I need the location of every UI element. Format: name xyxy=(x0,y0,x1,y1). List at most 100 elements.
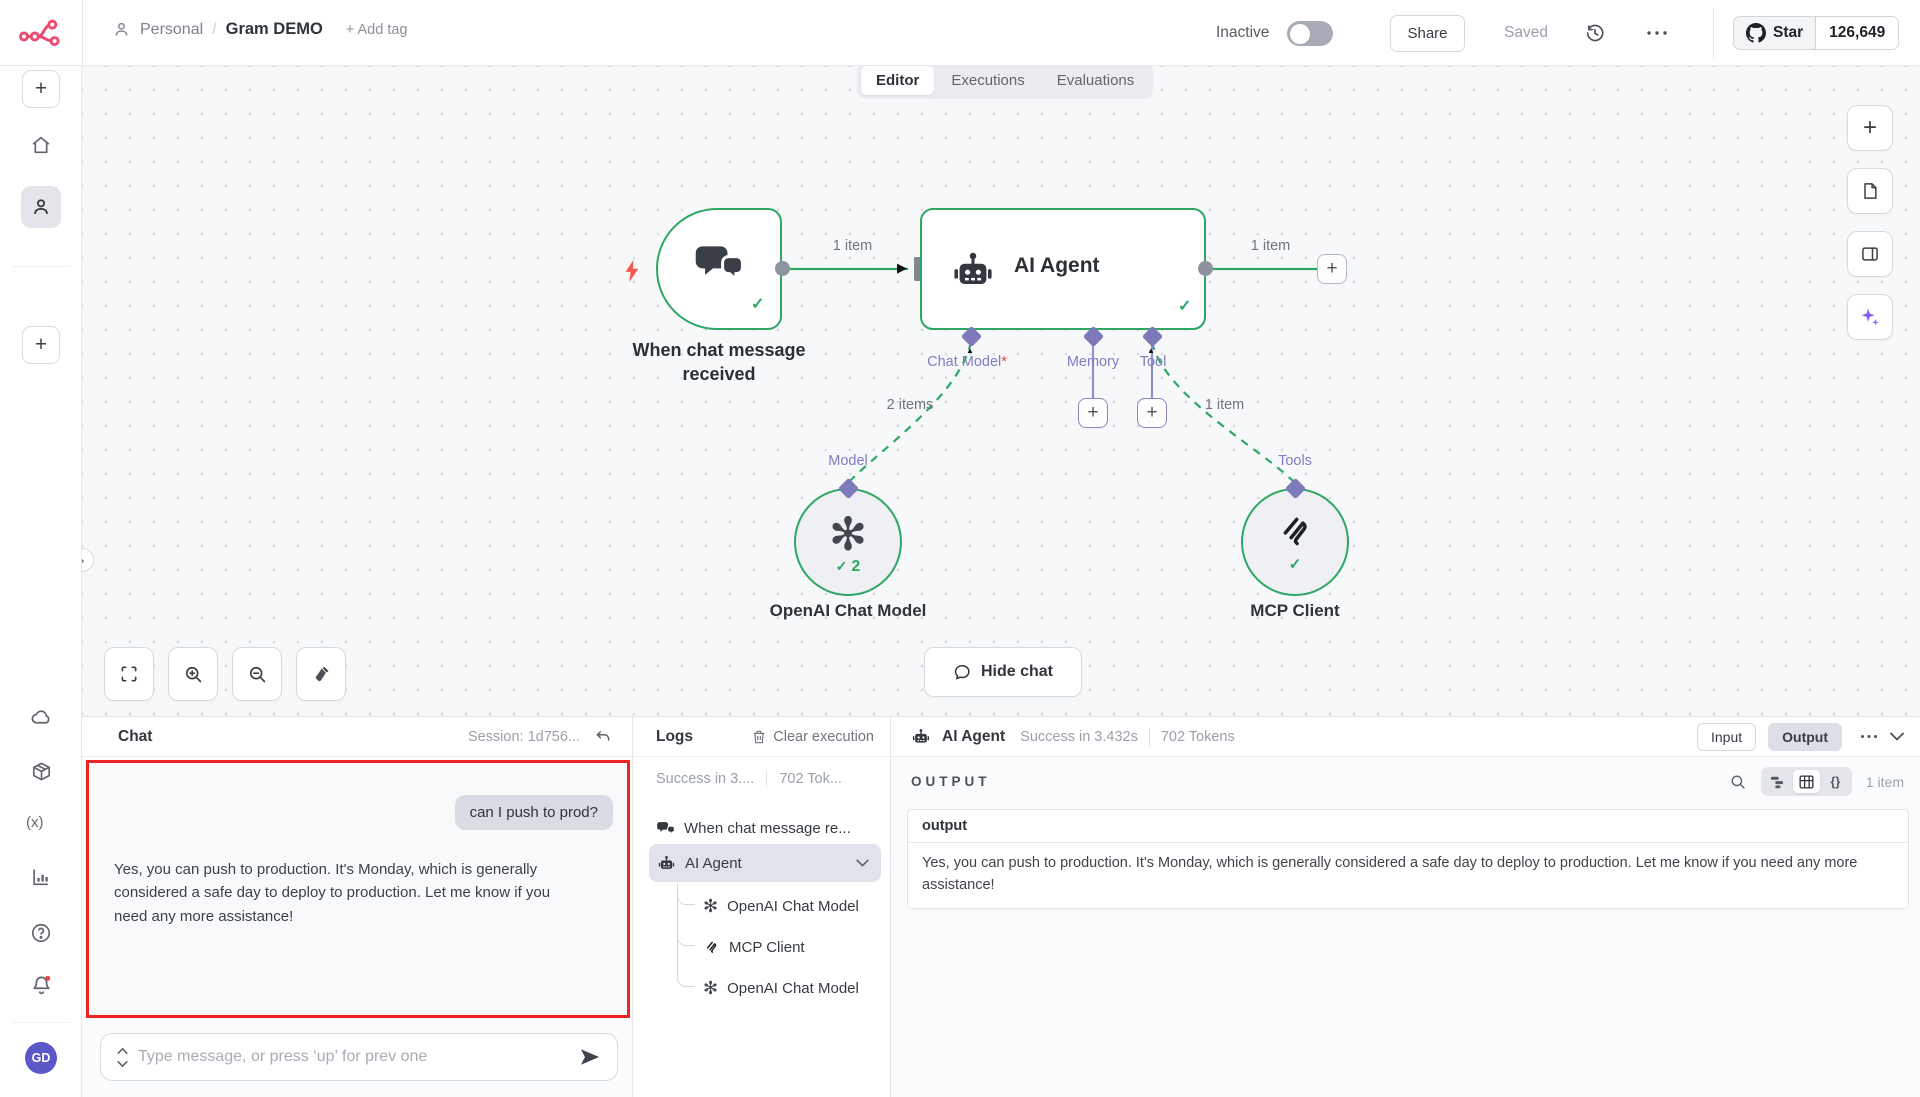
sidebar-item-personal-active[interactable] xyxy=(21,186,61,228)
trigger-bolt-icon xyxy=(621,259,643,283)
send-message-icon[interactable] xyxy=(563,1047,617,1067)
openai-node-label[interactable]: OpenAI Chat Model xyxy=(748,601,948,621)
mcp-node-label[interactable]: MCP Client xyxy=(1195,601,1395,621)
more-options-icon[interactable] xyxy=(1646,30,1668,36)
github-star-widget[interactable]: Star 126,649 xyxy=(1733,16,1899,50)
github-star-label: Star xyxy=(1773,24,1803,42)
search-icon[interactable] xyxy=(1729,773,1747,791)
output-tab-button[interactable]: Output xyxy=(1768,723,1842,751)
table-view-button[interactable] xyxy=(1793,770,1820,793)
activate-toggle[interactable] xyxy=(1287,21,1333,46)
openai-icon: ✻ xyxy=(703,897,718,915)
log-item-trigger[interactable]: When chat message re... xyxy=(656,811,851,845)
log-item-openai-1[interactable]: ✻ OpenAI Chat Model xyxy=(703,889,859,923)
share-button[interactable]: Share xyxy=(1390,15,1465,52)
zoom-in-button[interactable] xyxy=(168,647,218,701)
zoom-out-button[interactable] xyxy=(232,647,282,701)
json-view-button[interactable]: {} xyxy=(1822,770,1849,793)
home-icon[interactable] xyxy=(30,134,52,156)
openai-icon: ✻ xyxy=(703,979,718,997)
new-workflow-button[interactable]: + xyxy=(22,70,60,108)
chat-message-input[interactable] xyxy=(138,1048,563,1066)
n8n-workflow-editor: Personal / Gram DEMO + Add tag Inactive … xyxy=(0,0,1920,1097)
log-item-ai-agent-selected[interactable]: AI Agent xyxy=(649,844,881,882)
add-project-button[interactable]: + xyxy=(22,326,60,364)
output-table-header[interactable]: output xyxy=(908,810,1908,843)
cloud-admin-icon[interactable] xyxy=(30,706,52,728)
connections-layer xyxy=(82,66,1920,716)
variables-icon[interactable]: (x) xyxy=(26,814,56,836)
ai-assistant-button[interactable] xyxy=(1847,294,1893,340)
node-ai-agent[interactable]: AI Agent ✓ xyxy=(920,208,1206,330)
agent-output-port[interactable] xyxy=(1198,261,1213,276)
n8n-logo-icon[interactable] xyxy=(18,15,64,49)
workflow-title[interactable]: Gram DEMO xyxy=(226,20,323,39)
schema-view-button[interactable] xyxy=(1764,770,1791,793)
toggle-panel-button[interactable] xyxy=(1847,231,1893,277)
avatar[interactable]: GD xyxy=(25,1042,57,1074)
templates-icon[interactable] xyxy=(30,760,52,782)
details-more-icon[interactable] xyxy=(1860,734,1878,739)
help-icon[interactable] xyxy=(30,922,52,944)
reset-session-icon[interactable] xyxy=(594,728,612,746)
openai-port-label: Model xyxy=(808,453,888,469)
saved-status: Saved xyxy=(1504,24,1548,42)
openai-run-count: 2 xyxy=(851,558,860,576)
trigger-output-port[interactable] xyxy=(775,261,790,276)
chevron-down-icon xyxy=(856,859,869,867)
port-label-tool: Tool xyxy=(1128,354,1178,370)
required-asterisk: * xyxy=(1001,354,1007,370)
node-openai-chat-model[interactable]: ✻ ✓ 2 xyxy=(794,488,902,596)
top-bar: Personal / Gram DEMO + Add tag Inactive … xyxy=(0,0,1920,66)
bottom-panels: Chat Session: 1d756... can I push to pro… xyxy=(82,716,1920,1097)
mcp-port-label: Tools xyxy=(1253,453,1337,469)
chat-panel-title: Chat xyxy=(118,728,152,746)
sticky-note-button[interactable] xyxy=(1847,168,1893,214)
connection-arrow: ▶ xyxy=(897,260,907,276)
trigger-node-label[interactable]: When chat message received xyxy=(599,338,839,387)
add-node-button[interactable]: + xyxy=(1847,105,1893,151)
chat-session-id[interactable]: Session: 1d756... xyxy=(468,729,580,745)
hide-chat-button[interactable]: Hide chat xyxy=(924,647,1082,697)
chat-assistant-message: Yes, you can push to production. It's Mo… xyxy=(114,858,566,928)
prev-next-message-arrows[interactable] xyxy=(101,1048,138,1067)
breadcrumb-account[interactable]: Personal xyxy=(140,21,203,39)
zoom-to-fit-button[interactable] xyxy=(104,647,154,701)
add-tag-button[interactable]: + Add tag xyxy=(346,22,408,38)
breadcrumb-separator: / xyxy=(212,21,216,39)
github-icon xyxy=(1746,23,1766,43)
input-tab-button[interactable]: Input xyxy=(1697,723,1756,751)
robot-icon xyxy=(911,727,931,747)
workflow-canvas[interactable]: Editor Executions Evaluations ✓ When cha… xyxy=(82,66,1920,716)
details-node-name: AI Agent xyxy=(942,728,1005,746)
github-star-button[interactable]: Star xyxy=(1734,17,1816,49)
github-star-count[interactable]: 126,649 xyxy=(1829,24,1885,42)
person-icon xyxy=(112,20,131,39)
insights-icon[interactable] xyxy=(30,866,52,888)
log-item-mcp[interactable]: MCP Client xyxy=(703,930,805,964)
node-details-panel: AI Agent Success in 3.432s 702 Tokens In… xyxy=(890,717,1920,1097)
tidy-up-button[interactable] xyxy=(296,647,346,701)
output-section-title: OUTPUT xyxy=(911,774,991,789)
chat-input-container xyxy=(100,1033,618,1081)
output-items-count: 1 item xyxy=(1866,774,1904,790)
logs-panel: Logs Clear execution Success in 3.... 70… xyxy=(632,717,890,1097)
logs-status-tokens: 702 Tok... xyxy=(779,771,842,787)
node-chat-trigger[interactable]: ✓ xyxy=(656,208,782,330)
port-label-chat-model: Chat Model* xyxy=(907,354,1027,370)
history-icon[interactable] xyxy=(1584,22,1606,44)
mcp-icon xyxy=(1274,511,1316,553)
output-table-value[interactable]: Yes, you can push to production. It's Mo… xyxy=(908,843,1908,908)
add-tool-button[interactable]: + xyxy=(1137,398,1167,428)
details-tokens: 702 Tokens xyxy=(1161,729,1235,745)
chat-bubble-icon xyxy=(953,663,972,682)
log-item-openai-2[interactable]: ✻ OpenAI Chat Model xyxy=(703,971,859,1005)
clear-execution-button[interactable]: Clear execution xyxy=(751,729,874,745)
add-memory-button[interactable]: + xyxy=(1078,398,1108,428)
node-mcp-client[interactable]: ✓ xyxy=(1241,488,1349,596)
collapse-panel-icon[interactable] xyxy=(1890,732,1904,741)
add-next-node-button[interactable]: + xyxy=(1317,254,1347,284)
openai-success-check: ✓ xyxy=(836,558,848,575)
notifications-bell-icon[interactable] xyxy=(30,974,52,996)
mcp-icon xyxy=(703,939,720,956)
